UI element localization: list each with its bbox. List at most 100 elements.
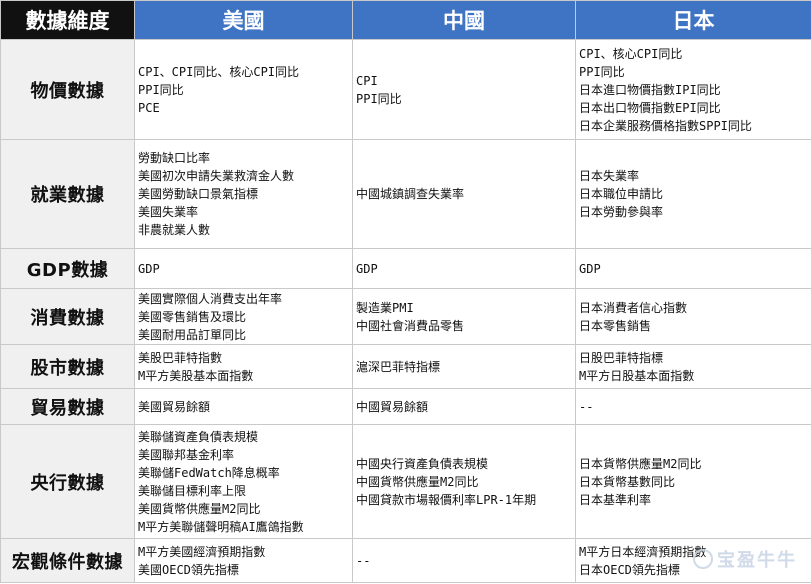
cell-line: M平方美聯儲聲明稿AI鷹鴿指數 xyxy=(138,519,304,534)
cell-japan: -- xyxy=(575,388,811,425)
cell-line: 美國初次申請失業救濟金人數 xyxy=(138,169,295,183)
cell-line: 日本進口物價指數IPI同比 xyxy=(579,82,721,97)
cell-china: GDP xyxy=(352,248,576,289)
cell-line: 中國貿易餘額 xyxy=(356,399,429,414)
cell-line: M平方日股基本面指數 xyxy=(579,368,695,383)
cell-us: M平方美國經濟預期指數 美國OECD領先指標 xyxy=(134,538,353,583)
cell-line: M平方美國經濟預期指數 xyxy=(138,544,266,559)
table-row: 就業數據 勞動缺口比率美國初次申請失業救濟金人數 美國勞動缺口景氣指標 美國失業率非農… xyxy=(0,139,811,249)
table-row: 物價數據 CPI、CPI同比、核心CPI同比 PPI同比 PCE CPI PPI同比 CPI… xyxy=(0,39,811,140)
cell-line: 日本消費者信心指數 xyxy=(579,300,688,315)
cell-japan: 日本失業率日本職位申請比 日本勞動參與率 xyxy=(575,139,811,249)
cell-line: 美國零售銷售及環比 xyxy=(138,309,247,324)
header-japan: 日本 xyxy=(575,0,811,40)
cell-line: 美聯儲資產負債表規模 xyxy=(138,429,259,444)
row-category: 股市數據 xyxy=(0,344,135,389)
cell-china: 滬深巴菲特指標 xyxy=(352,344,576,389)
cell-line: GDP xyxy=(356,261,378,276)
cell-line: -- xyxy=(356,553,371,568)
cell-line: GDP xyxy=(579,261,601,276)
cell-line: 美股巴菲特指數 xyxy=(138,350,223,365)
cell-line: 日本勞動參與率 xyxy=(579,205,664,219)
cell-line: 日本貨幣供應量M2同比 xyxy=(579,456,702,471)
watermark: 宝盈牛牛 xyxy=(693,546,797,572)
cell-line: 美國勞動缺口景氣指標 xyxy=(138,187,259,201)
cell-line: PPI同比 xyxy=(138,82,184,97)
cell-line: CPI、核心CPI同比 xyxy=(579,46,683,61)
cell-line: 非農就業人數 xyxy=(138,223,211,237)
cell-japan: GDP xyxy=(575,248,811,289)
cell-line: 日本貨幣基數同比 xyxy=(579,474,676,489)
table-row: 消費數據 美國實際個人消費支出年率 美國零售銷售及環比 美國耐用品訂單同比 製造業PMI… xyxy=(0,288,811,345)
table-row: 央行數據 美聯儲資產負債表規模 美國聯邦基金利率美聯儲FedWatch降息概率 美聯儲… xyxy=(0,424,811,539)
cell-china: 製造業PMI 中國社會消費品零售 xyxy=(352,288,576,345)
cell-line: 美聯儲目標利率上限 xyxy=(138,483,247,498)
cell-line: 日本基準利率 xyxy=(579,492,652,507)
table-row: 宏觀條件數據 M平方美國經濟預期指數 美國OECD領先指標 -- M平方日本經濟預期指數… xyxy=(0,538,811,583)
row-category: 宏觀條件數據 xyxy=(0,538,135,583)
cell-line: 中國貸款市場報價利率LPR-1年期 xyxy=(356,492,537,507)
cell-us: 美股巴菲特指數 M平方美股基本面指數 xyxy=(134,344,353,389)
cell-japan: CPI、核心CPI同比 PPI同比日本進口物價指數IPI同比 日本出口物價指數EPI… xyxy=(575,39,811,140)
cell-line: 中國城鎮調查失業率 xyxy=(356,187,465,201)
cell-line: PCE xyxy=(138,100,160,115)
cell-japan: 日本貨幣供應量M2同比 日本貨幣基數同比 日本基準利率 xyxy=(575,424,811,539)
header-row: 數據維度 美國 中國 日本 xyxy=(0,0,811,40)
row-category: 就業數據 xyxy=(0,139,135,249)
cell-china: 中國貿易餘額 xyxy=(352,388,576,425)
cell-line: 日本出口物價指數EPI同比 xyxy=(579,100,721,115)
cell-china: CPI PPI同比 xyxy=(352,39,576,140)
cell-line: GDP xyxy=(138,261,160,276)
cell-us: GDP xyxy=(134,248,353,289)
row-category: 貿易數據 xyxy=(0,388,135,425)
cell-line: 美國OECD領先指標 xyxy=(138,562,239,577)
cell-line: 中國央行資產負債表規模 xyxy=(356,456,489,471)
cell-line: 美國貿易餘額 xyxy=(138,399,211,414)
cell-line: 美國貨幣供應量M2同比 xyxy=(138,501,261,516)
cell-china: -- xyxy=(352,538,576,583)
cell-line: CPI xyxy=(356,73,378,88)
cell-line: 日本零售銷售 xyxy=(579,318,652,333)
cell-us: CPI、CPI同比、核心CPI同比 PPI同比 PCE xyxy=(134,39,353,140)
header-china: 中國 xyxy=(352,0,576,40)
cell-japan: 日股巴菲特指標 M平方日股基本面指數 xyxy=(575,344,811,389)
cell-line: 中國社會消費品零售 xyxy=(356,318,465,333)
cell-line: 勞動缺口比率 xyxy=(138,151,211,165)
macro-data-table: 數據維度 美國 中國 日本 物價數據 CPI、CPI同比、核心CPI同比 PPI同比… xyxy=(0,0,811,583)
cell-line: 美聯儲FedWatch降息概率 xyxy=(138,465,280,480)
cell-china: 中國城鎮調查失業率 xyxy=(352,139,576,249)
cell-line: PPI同比 xyxy=(356,91,402,106)
cell-line: 日股巴菲特指標 xyxy=(579,350,664,365)
row-category: 消費數據 xyxy=(0,288,135,345)
header-us: 美國 xyxy=(134,0,353,40)
row-category: 物價數據 xyxy=(0,39,135,140)
cell-us: 美聯儲資產負債表規模 美國聯邦基金利率美聯儲FedWatch降息概率 美聯儲目標利率… xyxy=(134,424,353,539)
cell-line: 美國耐用品訂單同比 xyxy=(138,327,247,342)
cell-line: 美國聯邦基金利率 xyxy=(138,447,235,462)
table-row: 貿易數據 美國貿易餘額 中國貿易餘額 -- xyxy=(0,388,811,425)
cell-line: 中國貨幣供應量M2同比 xyxy=(356,474,479,489)
cell-line: M平方美股基本面指數 xyxy=(138,368,254,383)
table-row: 股市數據 美股巴菲特指數 M平方美股基本面指數 滬深巴菲特指標 日股巴菲特指標 M平方日股… xyxy=(0,344,811,389)
cell-line: -- xyxy=(579,399,594,414)
header-dimension: 數據維度 xyxy=(0,0,135,40)
cell-china: 中國央行資產負債表規模 中國貨幣供應量M2同比中國貸款市場報價利率LPR-1年期 xyxy=(352,424,576,539)
cell-japan: 日本消費者信心指數 日本零售銷售 xyxy=(575,288,811,345)
row-category: 央行數據 xyxy=(0,424,135,539)
cell-us: 美國實際個人消費支出年率 美國零售銷售及環比 美國耐用品訂單同比 xyxy=(134,288,353,345)
cell-line: 製造業PMI xyxy=(356,300,414,315)
cell-us: 勞動缺口比率美國初次申請失業救濟金人數 美國勞動缺口景氣指標 美國失業率非農就業人數 xyxy=(134,139,353,249)
table-row: GDP數據 GDP GDP GDP xyxy=(0,248,811,289)
cell-line: 滬深巴菲特指標 xyxy=(356,359,441,374)
cell-line: 日本職位申請比 xyxy=(579,187,664,201)
cell-line: PPI同比 xyxy=(579,64,625,79)
cell-line: 美國失業率 xyxy=(138,205,199,219)
cell-line: CPI、CPI同比、核心CPI同比 xyxy=(138,64,300,79)
cell-line: 日本失業率 xyxy=(579,169,640,183)
cell-line: 日本企業服務價格指數SPPI同比 xyxy=(579,118,752,133)
watermark-logo-icon xyxy=(693,549,713,569)
row-category: GDP數據 xyxy=(0,248,135,289)
watermark-text: 宝盈牛牛 xyxy=(717,550,797,571)
cell-line: 美國實際個人消費支出年率 xyxy=(138,291,283,306)
cell-us: 美國貿易餘額 xyxy=(134,388,353,425)
